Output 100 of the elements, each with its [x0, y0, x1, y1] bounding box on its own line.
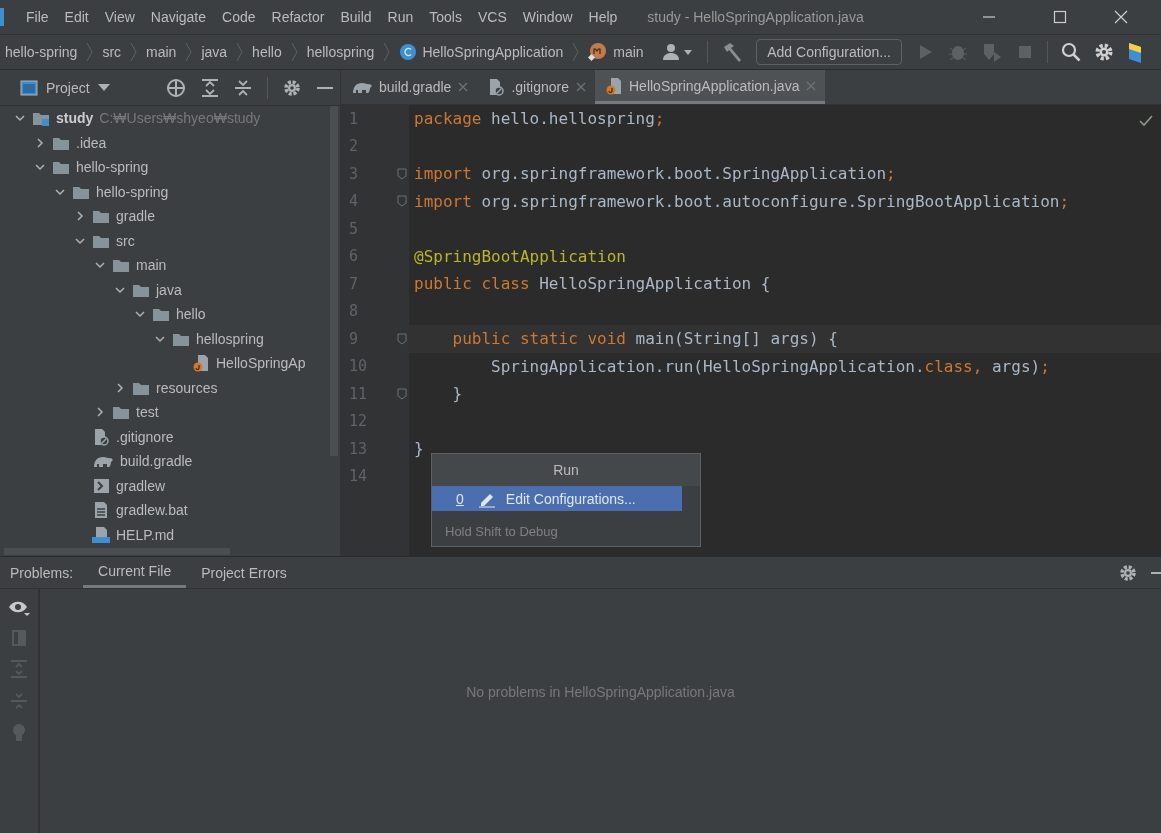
file-blocked-icon [487, 78, 506, 96]
popup-title: Run [432, 454, 700, 486]
code-line: public class HelloSpringApplication { [414, 274, 771, 294]
breadcrumb-item[interactable]: hellospring [304, 44, 377, 60]
empty-state-message: No problems in HelloSpringApplication.java [466, 684, 735, 702]
fold-marker-icon[interactable] [397, 332, 407, 345]
breadcrumb-separator-icon [184, 42, 194, 62]
tree-item[interactable]: gradlew [0, 473, 328, 498]
module-folder-icon [32, 110, 50, 127]
caret-icon [97, 83, 110, 92]
tree-item[interactable]: hello [0, 302, 328, 327]
code-line: } [451, 384, 463, 404]
code-line: package hello.hellospring; [414, 109, 665, 129]
hammer-icon[interactable] [721, 41, 744, 63]
check-icon [1139, 115, 1153, 127]
collapse-all-icon[interactable] [234, 77, 252, 98]
menu-item[interactable]: Code [214, 9, 264, 25]
tree-item[interactable]: test [0, 400, 328, 425]
menu-item[interactable]: Navigate [142, 9, 215, 25]
folder-icon [92, 208, 110, 225]
folder-icon [112, 257, 130, 274]
code-line: } [414, 439, 424, 459]
settings-icon[interactable] [283, 78, 301, 97]
chevron-right-icon[interactable] [74, 210, 86, 223]
popup-menu-item[interactable]: 0 Edit Configurations... [432, 486, 682, 511]
tree-item[interactable]: build.gradle [0, 449, 328, 474]
fold-marker-icon[interactable] [397, 387, 407, 400]
tree-item[interactable]: gradlew.bat [0, 498, 328, 523]
markdown-file-icon [92, 526, 110, 543]
editor-tab[interactable]: .gitignore [477, 70, 595, 104]
menu-item[interactable]: VCS [469, 9, 515, 25]
menu-item[interactable]: Refactor [263, 9, 333, 25]
tree-item[interactable]: resources [0, 375, 328, 400]
tree-item[interactable]: hello-spring [0, 155, 328, 180]
maximize-icon[interactable] [1052, 9, 1068, 25]
breadcrumb-item[interactable]: src [100, 44, 124, 60]
configuration-button[interactable]: Add Configuration... [756, 39, 902, 65]
terminal-file-icon [92, 477, 110, 494]
menu-item[interactable]: Window [514, 9, 581, 25]
settings-icon[interactable] [1094, 42, 1114, 62]
code-line: @SpringBootApplication [414, 246, 626, 266]
java-file-icon [192, 354, 210, 373]
folder-icon [52, 159, 70, 176]
menu-item[interactable]: Build [332, 9, 380, 25]
scrollbar[interactable] [330, 106, 338, 456]
folder-icon [112, 404, 130, 421]
chevron-right-icon[interactable] [94, 406, 106, 419]
breadcrumb-item[interactable]: hello [250, 44, 284, 60]
breadcrumb-item[interactable]: main [144, 44, 179, 60]
eye-icon[interactable] [8, 599, 30, 617]
breadcrumb-item[interactable]: main [586, 42, 646, 62]
chevron-right-icon[interactable] [34, 136, 46, 149]
scrollbar[interactable] [4, 548, 230, 555]
crosshair-icon[interactable] [166, 77, 186, 98]
breadcrumb-separator-icon [571, 42, 581, 62]
tree-item[interactable]: .gitignore [0, 424, 328, 449]
breadcrumb-separator-icon [85, 42, 95, 62]
tree-item[interactable]: src [0, 228, 328, 253]
tree-item[interactable]: .idea [0, 130, 328, 155]
breadcrumb-separator-icon [235, 42, 245, 62]
panel-tab[interactable]: Project Errors [186, 557, 302, 588]
search-icon[interactable] [1061, 42, 1081, 62]
tree-item[interactable]: main [0, 253, 328, 278]
tree-item[interactable]: java [0, 277, 328, 302]
menu-item[interactable]: Run [379, 9, 422, 25]
menu-item[interactable]: View [96, 9, 143, 25]
tree-item[interactable]: HelloSpringAp [0, 351, 328, 376]
menu-item[interactable]: Tools [421, 9, 470, 25]
panel-label: Problems: [9, 563, 75, 583]
settings-icon[interactable] [1119, 563, 1137, 582]
panel-icon [20, 79, 38, 96]
folder-icon [152, 306, 170, 323]
expand-all-icon[interactable] [201, 77, 219, 98]
path-text: C:₩Users₩shyeo₩study [99, 110, 261, 127]
editor-tab[interactable]: HelloSpringApplication.java [595, 70, 826, 104]
breadcrumb-item[interactable]: java [199, 44, 230, 60]
window-title: study - HelloSpringApplication.java [647, 9, 864, 25]
tree-item[interactable]: study C:₩Users₩shyeo₩study [0, 106, 328, 131]
method-icon [588, 42, 609, 62]
panel-title-dropdown[interactable]: Project [20, 79, 110, 96]
tree-item[interactable]: HELP.md [0, 522, 328, 547]
app-logo-icon[interactable] [1127, 41, 1141, 63]
breadcrumb-item[interactable]: hello-spring [3, 44, 80, 60]
tree-item[interactable]: gradle [0, 204, 328, 229]
fold-marker-icon[interactable] [397, 195, 407, 208]
fold-marker-icon[interactable] [397, 167, 407, 180]
menu-item[interactable]: File [18, 9, 57, 25]
text-file-icon [92, 501, 110, 520]
breadcrumb-separator-icon [382, 42, 392, 62]
panel-tab[interactable]: Current File [83, 557, 187, 588]
chevron-right-icon[interactable] [114, 381, 126, 394]
menu-item[interactable]: Help [580, 9, 626, 25]
editor-tab[interactable]: build.gradle [341, 70, 478, 104]
menu-item[interactable]: Edit [56, 9, 97, 25]
code-line: import org.springframework.boot.SpringApplication; [414, 164, 896, 184]
tree-item[interactable]: hello-spring [0, 179, 328, 204]
users-dropdown-icon[interactable] [660, 42, 695, 62]
code-line: SpringApplication.run(HelloSpringApplication.class, args); [490, 356, 1050, 376]
tree-item[interactable]: hellospring [0, 326, 328, 351]
breadcrumb-item[interactable]: HelloSpringApplication [397, 43, 566, 61]
